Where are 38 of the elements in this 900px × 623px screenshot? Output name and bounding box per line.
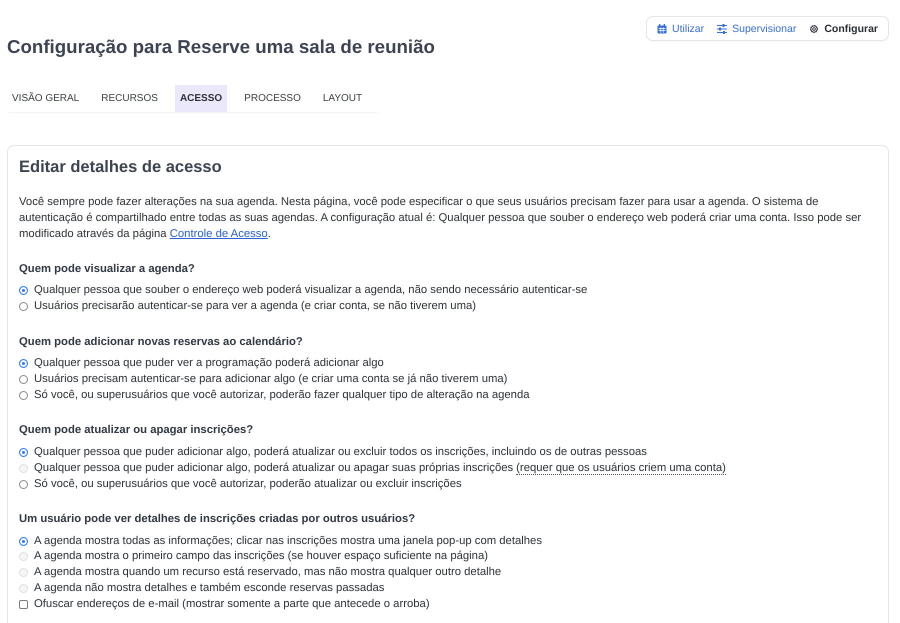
hint-text: (requer que os usuários criem uma conta) [516, 462, 726, 475]
radio-button[interactable] [19, 391, 28, 400]
question-label: Quem pode atualizar ou apagar inscrições? [19, 423, 254, 438]
option-label[interactable]: Qualquer pessoa que puder adicionar algo, poderá atualizar ou excluir todos os inscrições, incluindo os de outras pessoas [34, 444, 647, 460]
tab[interactable]: PROCESSO [239, 85, 306, 112]
radio-button[interactable] [19, 536, 28, 546]
section-heading: Editar detalhes de acesso [19, 157, 223, 178]
option-label[interactable]: Usuários precisam autenticar-se para adicionar algo (e criar uma conta se já não tiverem uma) [34, 372, 508, 388]
radio-button[interactable] [19, 302, 28, 312]
radio-button[interactable] [19, 448, 28, 457]
option-label[interactable]: Qualquer pessoa que souber o endereço web poderá visualizar a agenda, não sendo necessário autenticar-se [34, 283, 588, 298]
radio-button[interactable] [19, 286, 28, 296]
intro-paragraph: Você sempre pode fazer alterações na sua agenda. Nesta página, você pode especificar o que seus usuários precisam fazer para usar a agenda. O sistema de autenticação é compartilhado entre todas as suas agendas. A configuração atual é: Qualquer pessoa que souber o endereço web poderá criar uma conta. Isso pode ser modificado através da página Controle de Acesso. [19, 195, 862, 242]
option-label[interactable]: Ofuscar endereços de e-mail (mostrar somente a parte que antecede o arroba) [34, 597, 430, 612]
radio-button[interactable] [19, 359, 28, 368]
access-control-link[interactable]: Controle de Acesso [170, 228, 268, 240]
tab[interactable]: RECURSOS [96, 85, 163, 112]
calendar-icon [657, 24, 668, 34]
mode-button[interactable]: Configurar [804, 20, 883, 38]
question-label: Quem pode adicionar novas reservas ao calendário? [19, 334, 304, 350]
settings-icon [809, 24, 820, 34]
tab[interactable]: LAYOUT [318, 85, 368, 112]
option-label[interactable]: Só você, ou superusuários que você autorizar, poderão atualizar ou excluir inscrições [34, 476, 462, 492]
tab[interactable]: VISÃO GERAL [7, 85, 84, 112]
option-label[interactable]: Usuários precisarão autenticar-se para ver a agenda (e criar conta, se não tiverem uma) [34, 299, 476, 314]
mode-button[interactable]: Utilizar [652, 20, 710, 38]
radio-button[interactable] [19, 375, 28, 384]
option-label[interactable]: A agenda mostra todas as informações; clicar nas inscrições mostra uma janela pop-up com detalhes [34, 534, 542, 549]
radio-button[interactable] [19, 480, 28, 489]
option-label[interactable]: Qualquer pessoa que puder ver a programação poderá adicionar algo [34, 356, 384, 372]
page-title: Configuração para Reserve uma sala de reunião [7, 35, 435, 59]
checkbox[interactable] [19, 600, 28, 610]
question-label: Quem pode visualizar a agenda? [19, 262, 196, 277]
option-label[interactable]: Só você, ou superusuários que você autorizar, poderão fazer qualquer tipo de alteração na agenda [34, 388, 530, 403]
mode-button[interactable]: Supervisionar [712, 20, 802, 38]
sliders-icon [717, 24, 728, 34]
tab[interactable]: ACESSO [174, 85, 228, 112]
question-label: Um usuário pode ver detalhes de inscrições criadas por outros usuários? [19, 512, 416, 528]
